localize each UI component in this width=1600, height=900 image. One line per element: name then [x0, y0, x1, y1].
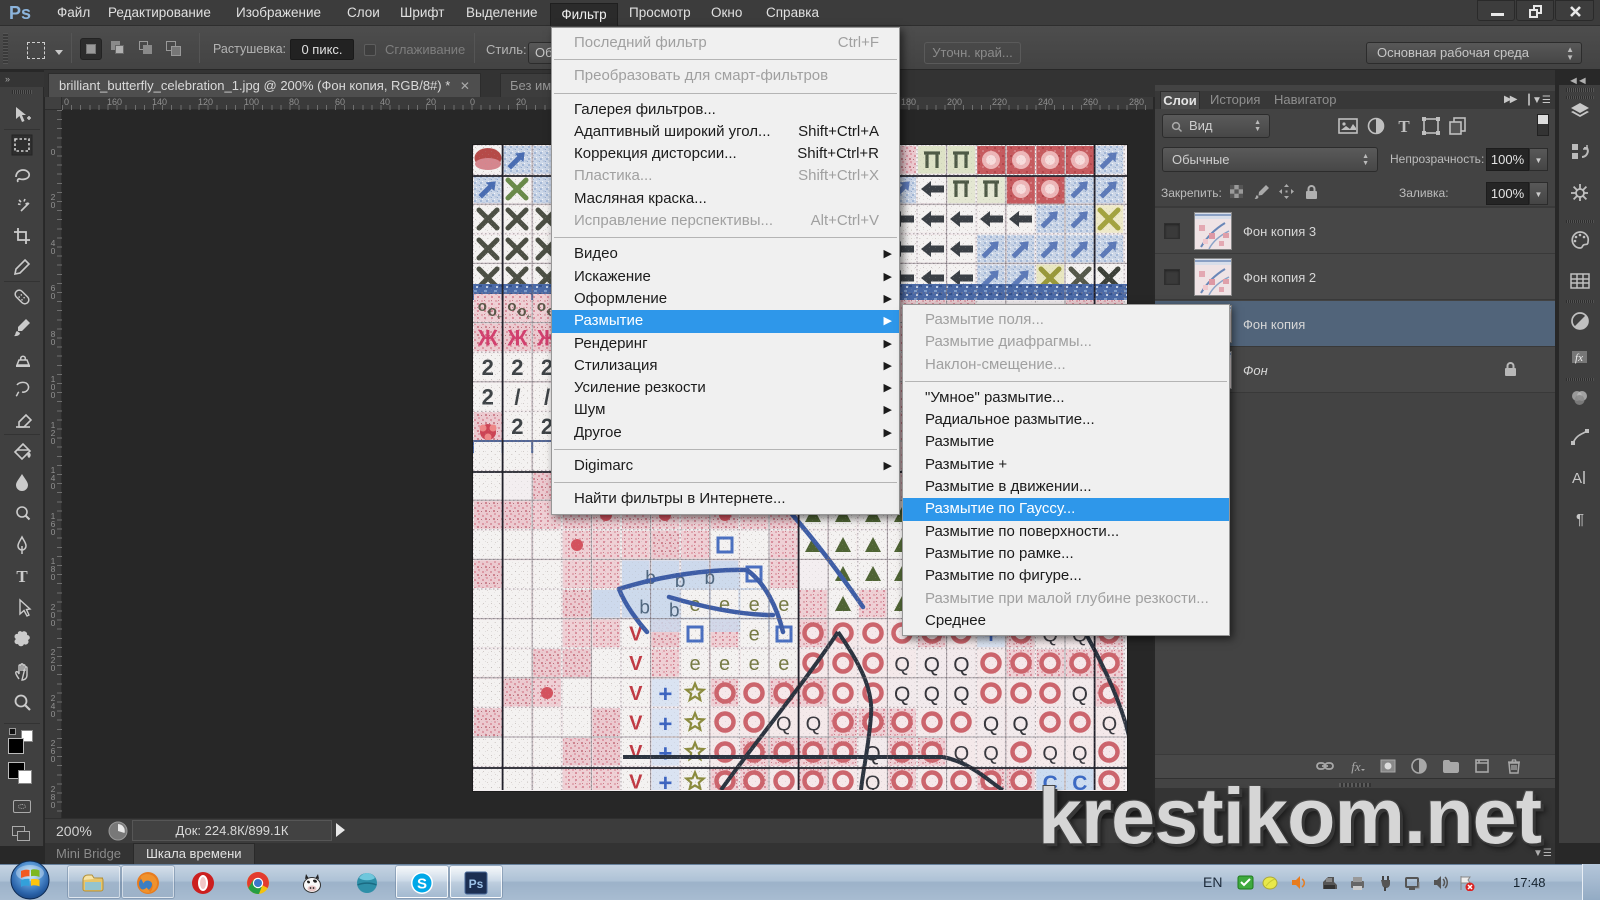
svg-text:T: T	[1398, 117, 1410, 136]
svg-text:S: S	[417, 876, 427, 893]
svg-text:fx: fx	[1575, 352, 1583, 364]
svg-text:Ps: Ps	[469, 877, 484, 891]
svg-text:¶: ¶	[1576, 511, 1584, 528]
svg-text:T: T	[16, 567, 28, 586]
svg-text:A: A	[1572, 470, 1582, 487]
